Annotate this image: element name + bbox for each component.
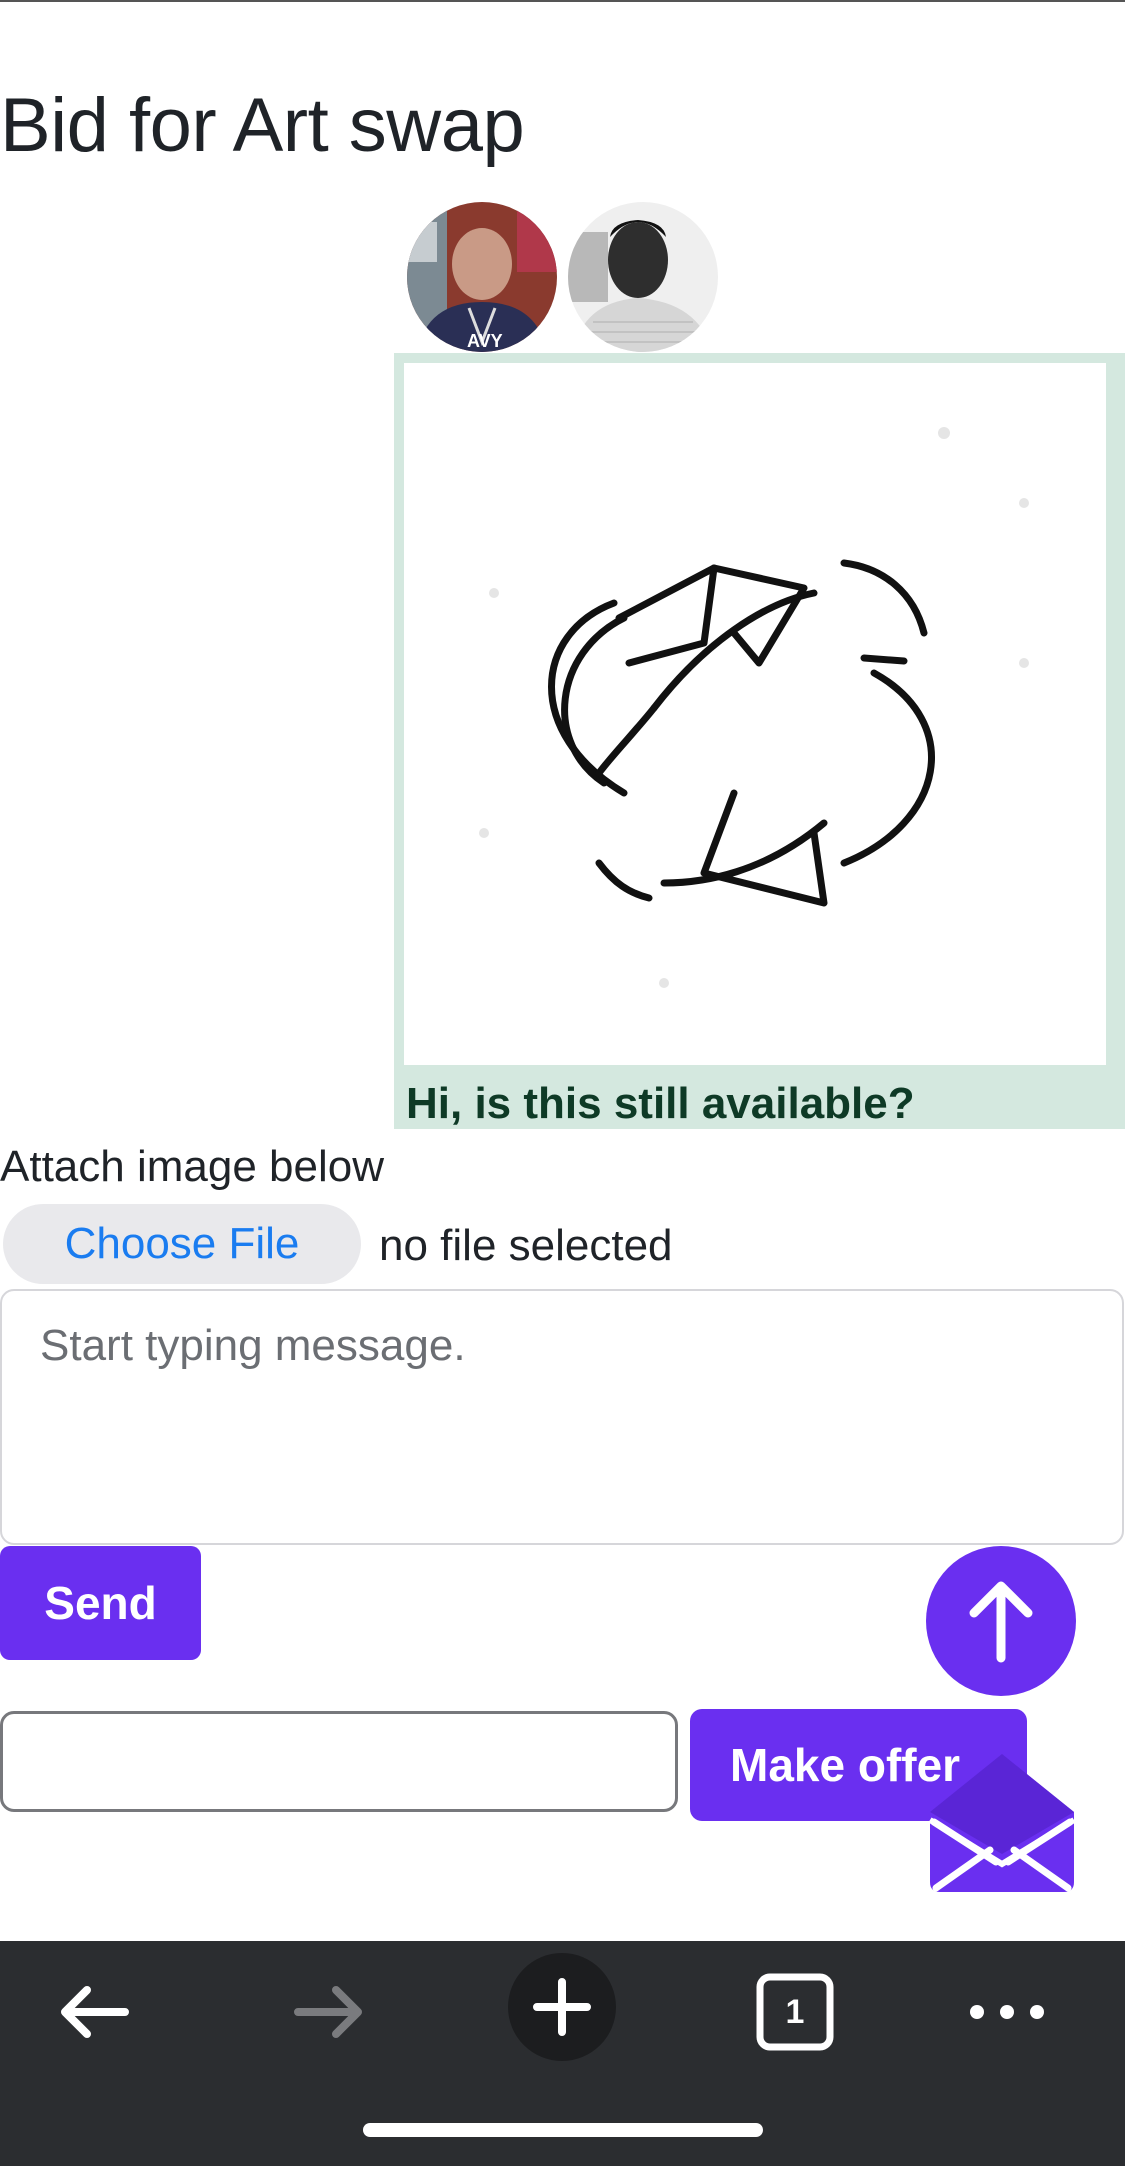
tab-count: 1 bbox=[785, 1993, 805, 2031]
message-text: Hi, is this still available? bbox=[406, 1079, 915, 1128]
file-status: no file selected bbox=[379, 1221, 673, 1270]
forward-button[interactable] bbox=[273, 1957, 383, 2067]
more-menu-button[interactable] bbox=[952, 1957, 1062, 2067]
message-bubble: Hi, is this still available? bbox=[394, 353, 1125, 1129]
more-horizontal-icon bbox=[970, 2005, 1044, 2019]
new-tab-button[interactable] bbox=[508, 1953, 616, 2061]
mail-button[interactable] bbox=[926, 1744, 1078, 1896]
message-image[interactable] bbox=[404, 363, 1106, 1065]
choose-file-button[interactable]: Choose File bbox=[3, 1204, 361, 1284]
page-title: Bid for Art swap bbox=[0, 83, 525, 168]
scroll-top-button[interactable] bbox=[926, 1546, 1076, 1696]
arrow-right-icon bbox=[294, 1986, 362, 2038]
offer-amount-input[interactable] bbox=[0, 1711, 678, 1812]
tabs-button[interactable]: 1 bbox=[740, 1957, 850, 2067]
browser-toolbar: 1 bbox=[0, 1941, 1125, 2166]
back-button[interactable] bbox=[40, 1957, 150, 2067]
plus-icon bbox=[533, 1978, 591, 2036]
message-input[interactable] bbox=[0, 1289, 1124, 1545]
attach-label: Attach image below bbox=[0, 1142, 384, 1191]
mail-icon bbox=[928, 1754, 1076, 1892]
home-indicator bbox=[363, 2123, 763, 2137]
arrow-up-icon bbox=[969, 1581, 1033, 1663]
svg-text:AVY: AVY bbox=[467, 331, 503, 351]
avatar[interactable] bbox=[568, 202, 718, 352]
swap-arrows-icon bbox=[479, 427, 1029, 988]
send-button[interactable]: Send bbox=[0, 1546, 201, 1660]
avatar[interactable]: AVY bbox=[407, 202, 557, 352]
arrow-left-icon bbox=[61, 1986, 129, 2038]
top-divider bbox=[0, 0, 1125, 2]
